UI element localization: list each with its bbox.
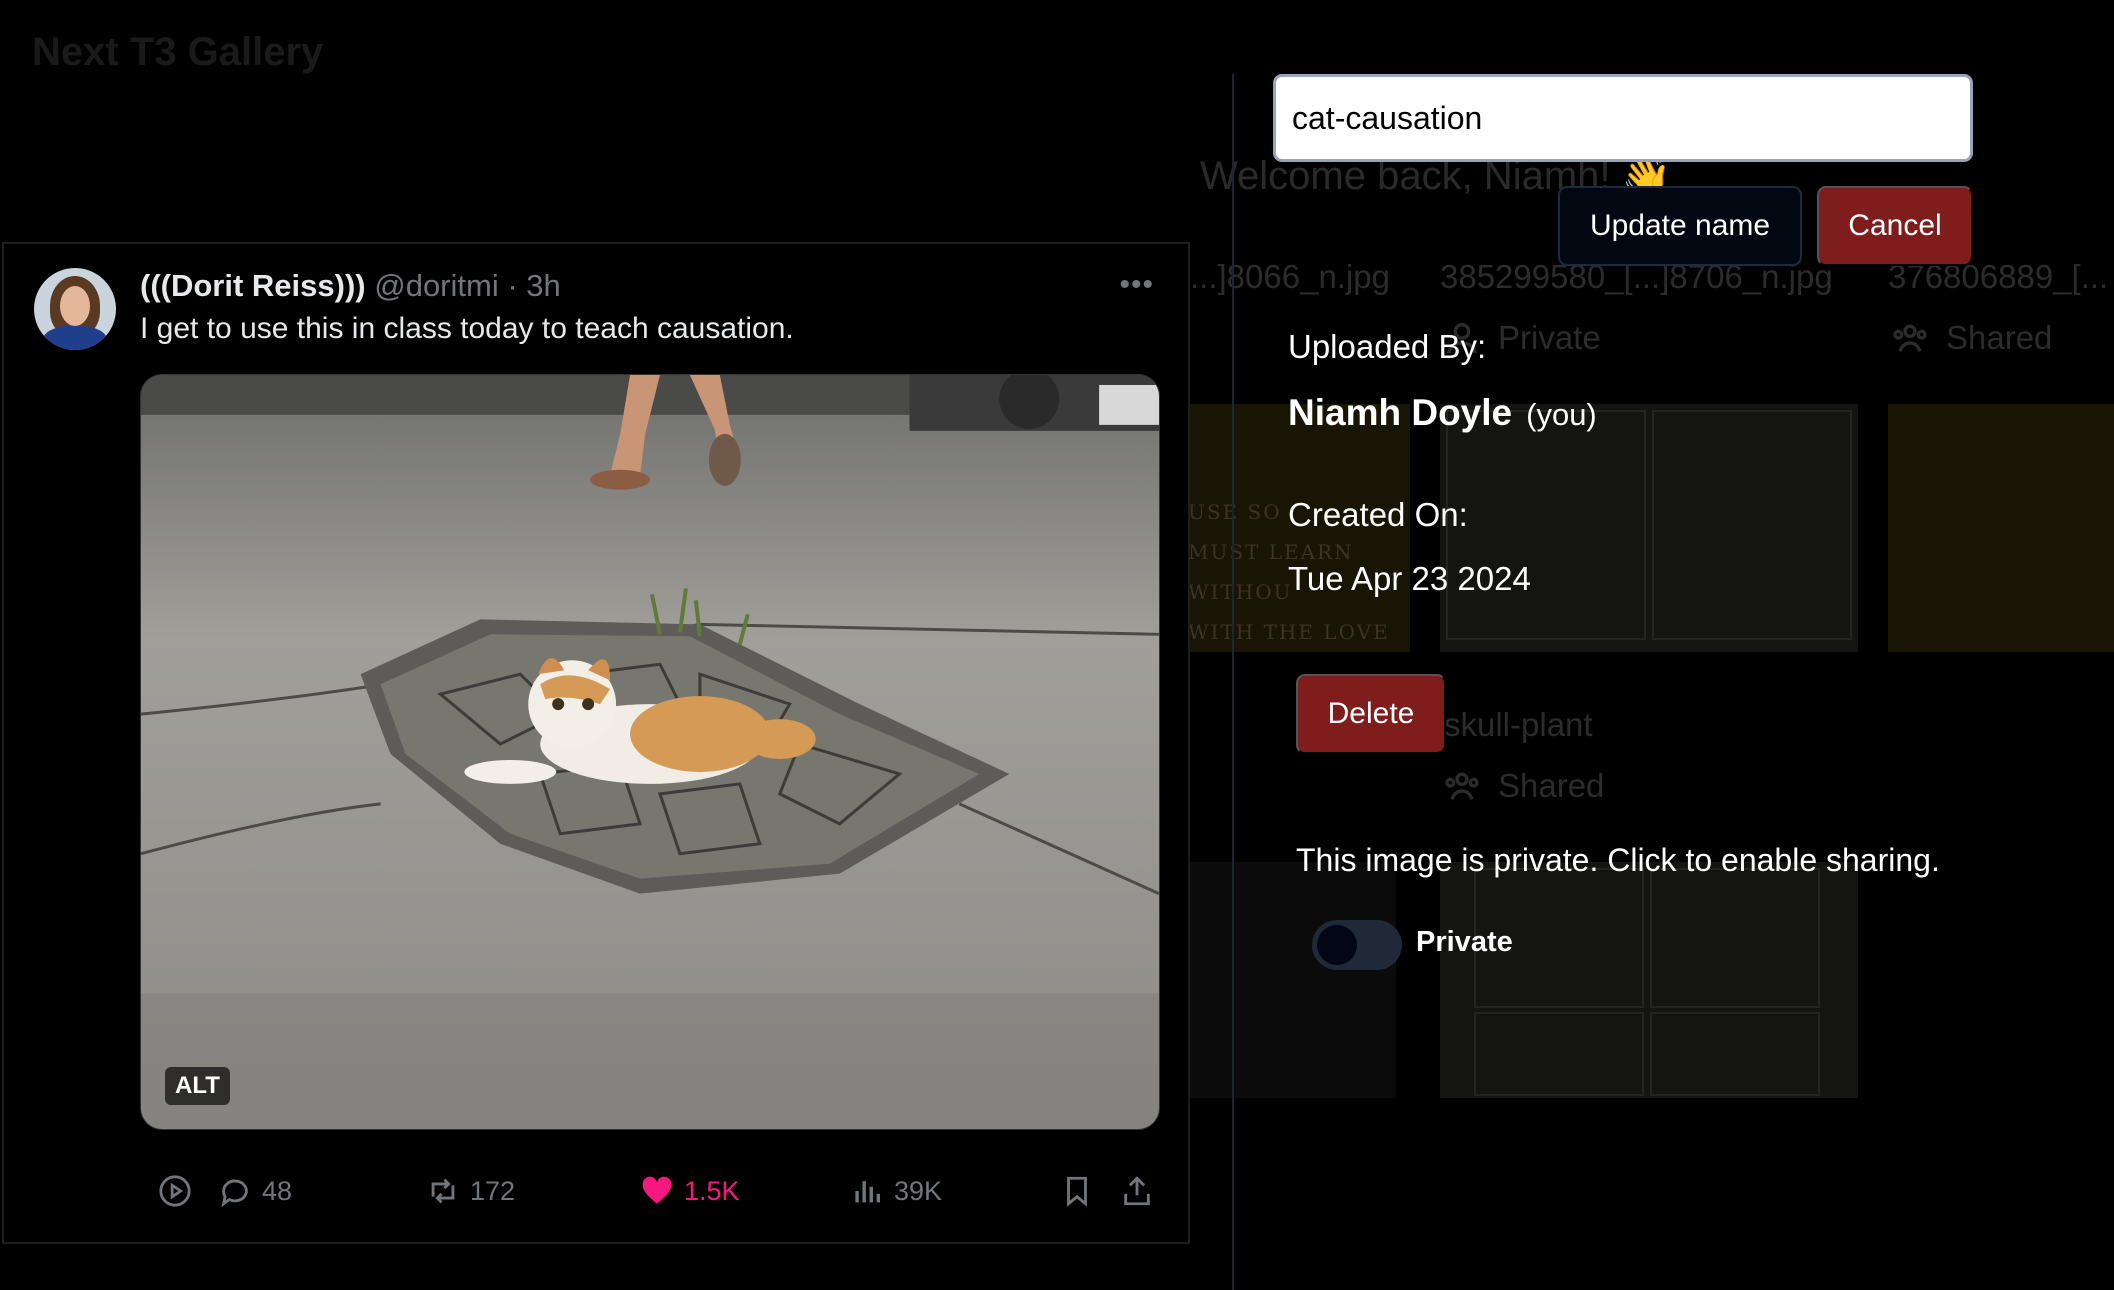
app-title: Next T3 Gallery	[32, 30, 324, 74]
sharing-message: This image is private. Click to enable s…	[1296, 842, 1940, 878]
gallery-thumbnail[interactable]	[1180, 862, 1396, 1098]
avatar	[34, 268, 116, 350]
like-count: 1.5K	[684, 1175, 740, 1206]
views-action: 39K	[850, 1174, 942, 1208]
bookmark-action	[1060, 1174, 1094, 1208]
tweet-text: I get to use this in class today to teac…	[140, 312, 794, 345]
created-on-label: Created On:	[1288, 496, 1468, 533]
views-count: 39K	[894, 1175, 943, 1206]
like-action: 1.5K	[640, 1174, 740, 1208]
gallery-visibility-label: Shared	[1946, 319, 2053, 356]
alt-badge: ALT	[165, 1067, 230, 1105]
reply-icon	[221, 1179, 248, 1208]
reply-count: 48	[262, 1175, 293, 1206]
panel-divider	[1232, 74, 1234, 1290]
tweet-author-handle: @doritmi · 3h	[374, 268, 561, 303]
share-action	[1120, 1174, 1154, 1208]
sharing-toggle-label: Private	[1416, 926, 1513, 958]
uploader-you-label: (you)	[1526, 397, 1597, 432]
more-icon: •••	[1119, 268, 1154, 301]
uploader: Niamh Doyle (you)	[1288, 392, 1597, 434]
tweet-author-name: (((Dorit Reiss)))	[140, 268, 366, 303]
retweet-icon	[431, 1178, 455, 1204]
update-name-button[interactable]: Update name	[1558, 186, 1802, 266]
users-icon	[1445, 772, 1479, 800]
toggle-knob	[1317, 925, 1357, 965]
gallery-visibility: Shared	[1888, 318, 2052, 358]
share-icon	[1124, 1176, 1150, 1206]
gallery-thumbnail[interactable]	[1888, 404, 2114, 652]
uploaded-by-label: Uploaded By:	[1288, 328, 1487, 365]
cat-photo	[141, 375, 1159, 1129]
play-action	[158, 1174, 192, 1208]
retweet-action: 172	[426, 1174, 515, 1208]
gallery-filename[interactable]: ...]8066_n.jpg	[1190, 258, 1390, 296]
retweet-count: 172	[470, 1175, 516, 1206]
gallery-visibility: Shared	[1440, 766, 1604, 806]
gallery-visibility-label: Private	[1498, 319, 1601, 356]
users-icon	[1893, 324, 1927, 352]
heart-icon	[642, 1176, 672, 1204]
sharing-toggle[interactable]	[1312, 920, 1402, 970]
views-icon	[855, 1181, 881, 1203]
play-icon	[159, 1175, 191, 1207]
bookmark-icon	[1067, 1176, 1087, 1207]
created-on-value: Tue Apr 23 2024	[1288, 560, 1531, 597]
image-name-input[interactable]	[1273, 74, 1973, 162]
tweet-header: (((Dorit Reiss))) @doritmi · 3h	[140, 268, 561, 304]
tweet-actions: 48 172 1.5K 39K	[154, 1174, 1164, 1218]
reply-action: 48	[218, 1174, 292, 1208]
thumbnail-text: USE SO	[1188, 500, 1282, 524]
gallery-visibility-label: Shared	[1498, 767, 1605, 804]
gallery-filename[interactable]: skull-plant	[1444, 706, 1593, 744]
cancel-button[interactable]: Cancel	[1817, 186, 1973, 266]
full-image: (((Dorit Reiss))) @doritmi · 3h ••• I ge…	[2, 242, 1190, 1244]
thumbnail-text: WITH THE LOVE	[1188, 620, 1390, 644]
thumbnail-text: WITHOU	[1188, 580, 1293, 604]
tweet-photo: ALT	[140, 374, 1160, 1130]
gallery-thumbnail[interactable]	[1440, 404, 1858, 652]
gallery-thumbnail[interactable]	[1440, 862, 1858, 1098]
uploader-name: Niamh Doyle	[1288, 392, 1513, 433]
delete-button[interactable]: Delete	[1296, 674, 1446, 754]
